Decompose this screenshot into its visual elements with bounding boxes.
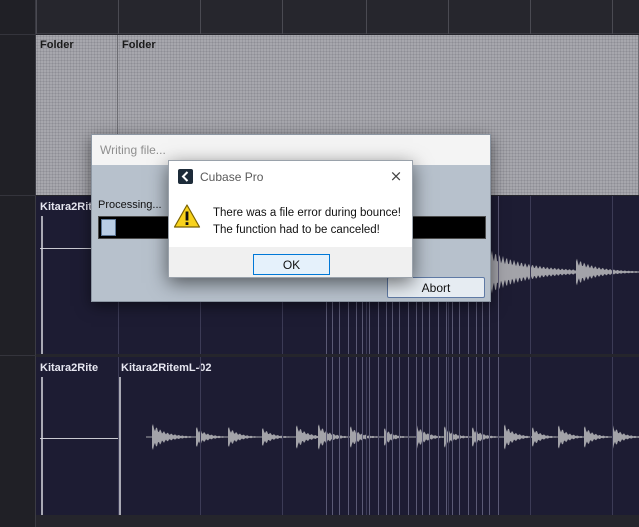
audio-waveform bbox=[41, 377, 639, 515]
grid-line bbox=[200, 357, 201, 515]
grid-line bbox=[498, 357, 499, 515]
grid-line bbox=[348, 357, 349, 515]
grid-line bbox=[498, 196, 499, 354]
grid-line bbox=[282, 357, 283, 515]
grid-line bbox=[386, 357, 387, 515]
progress-fill bbox=[101, 219, 116, 236]
error-message: There was a file error during bounce! Th… bbox=[213, 205, 401, 239]
grid-line bbox=[392, 357, 393, 515]
grid-line bbox=[118, 357, 119, 515]
folder-part-label: Folder bbox=[122, 39, 156, 51]
grid-line bbox=[366, 357, 367, 515]
error-message-line: The function had to be canceled! bbox=[213, 224, 380, 236]
grid-line bbox=[530, 196, 531, 354]
grid-line bbox=[476, 357, 477, 515]
grid-line bbox=[530, 357, 531, 515]
grid-line bbox=[369, 357, 370, 515]
grid-line bbox=[408, 357, 409, 515]
grid-line bbox=[459, 357, 460, 515]
grid-line bbox=[422, 357, 423, 515]
grid-line bbox=[438, 357, 439, 515]
grid-line bbox=[416, 357, 417, 515]
dialog-titlebar: Cubase Pro × bbox=[169, 161, 412, 192]
ruler-mark bbox=[118, 0, 119, 34]
grid-line bbox=[356, 357, 357, 515]
grid-line bbox=[446, 357, 447, 515]
ruler-mark bbox=[530, 0, 531, 34]
grid-line bbox=[326, 357, 327, 515]
dialog-title: Cubase Pro bbox=[200, 170, 264, 184]
folder-part-label: Folder bbox=[40, 39, 74, 51]
ruler-mark bbox=[36, 0, 37, 34]
warning-icon bbox=[173, 203, 201, 234]
timeline-ruler[interactable] bbox=[36, 0, 639, 34]
grid-line bbox=[448, 357, 449, 515]
close-icon: × bbox=[389, 167, 403, 185]
dialog-body: There was a file error during bounce! Th… bbox=[169, 192, 412, 247]
track-list-strip bbox=[0, 0, 36, 527]
grid-line bbox=[429, 357, 430, 515]
grid-line bbox=[339, 357, 340, 515]
grid-line bbox=[612, 357, 613, 515]
ruler-mark bbox=[282, 0, 283, 34]
processing-label: Processing... bbox=[98, 199, 162, 211]
grid-line bbox=[482, 357, 483, 515]
ruler-mark bbox=[200, 0, 201, 34]
grid-line bbox=[362, 357, 363, 515]
grid-line bbox=[612, 196, 613, 354]
grid-line bbox=[452, 357, 453, 515]
ruler-mark bbox=[366, 0, 367, 34]
ruler-mark bbox=[612, 0, 613, 34]
close-button[interactable]: × bbox=[385, 166, 407, 186]
grid-line bbox=[468, 357, 469, 515]
ok-button[interactable]: OK bbox=[253, 254, 330, 275]
grid-line bbox=[332, 357, 333, 515]
audio-track-2-lane[interactable]: Kitara2Rite Kitara2RitemL-02 bbox=[36, 357, 639, 515]
grid-line bbox=[378, 357, 379, 515]
error-dialog: Cubase Pro × There was a file error duri… bbox=[168, 160, 413, 278]
cubase-logo-icon bbox=[178, 169, 193, 184]
ruler-mark bbox=[448, 0, 449, 34]
grid-line bbox=[489, 357, 490, 515]
abort-button[interactable]: Abort bbox=[387, 277, 485, 298]
grid-line bbox=[399, 357, 400, 515]
error-message-line: There was a file error during bounce! bbox=[213, 207, 401, 219]
